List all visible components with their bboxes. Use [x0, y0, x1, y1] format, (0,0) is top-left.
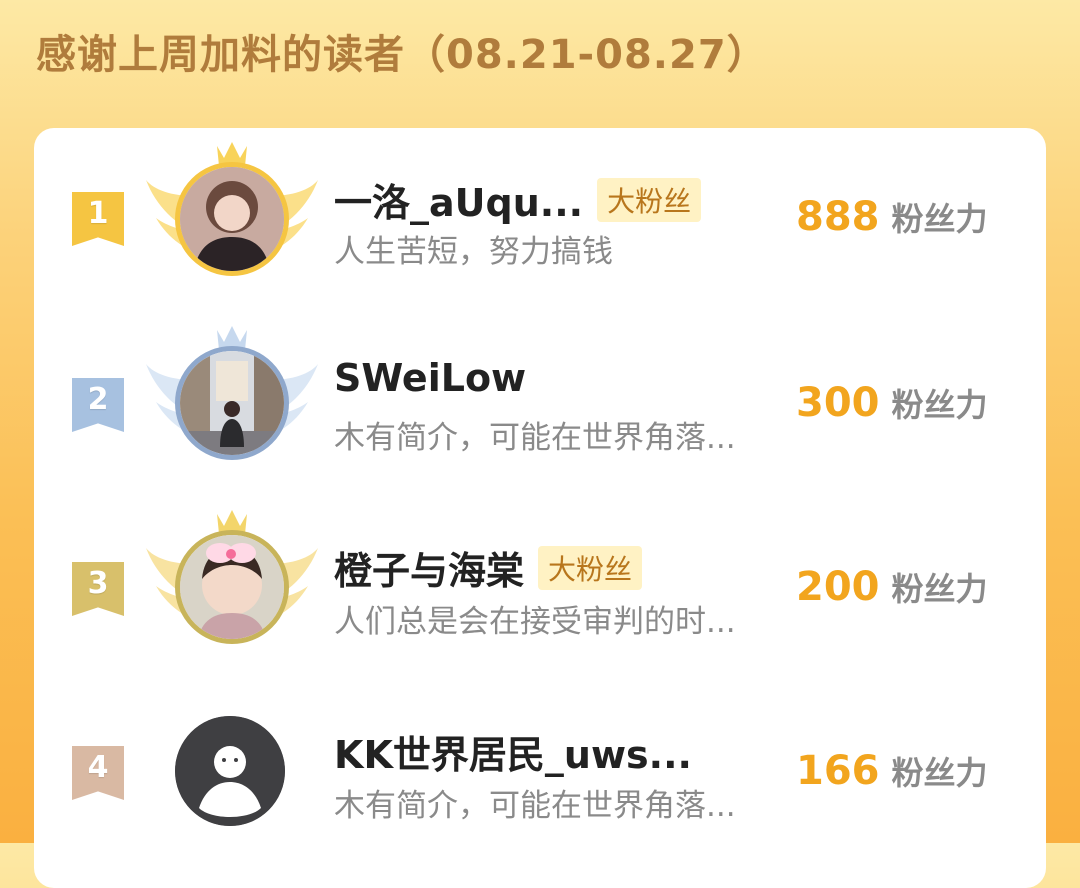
- fan-score: 166 粉丝力: [796, 748, 988, 794]
- rank-number: 2: [87, 382, 109, 417]
- fan-score: 888 粉丝力: [796, 194, 988, 240]
- fan-score: 200 粉丝力: [796, 564, 988, 610]
- user-avatar[interactable]: [175, 346, 289, 460]
- user-name-line: 橙子与海棠 大粉丝: [334, 540, 643, 595]
- page-title: 感谢上周加料的读者（08.21-08.27）: [36, 32, 768, 78]
- score-unit: 粉丝力: [891, 570, 988, 608]
- fan-level-tag: 大粉丝: [597, 177, 702, 222]
- rank-badge: 2: [72, 378, 124, 432]
- score-value: 888: [796, 194, 880, 240]
- user-avatar[interactable]: [175, 530, 289, 644]
- rank-badge: 3: [72, 562, 124, 616]
- leaderboard-card: 1 一洛_aUqu... 大粉丝 人生苦短，努力搞钱 888 粉丝力 2 SWe…: [34, 128, 1046, 888]
- leaderboard-row[interactable]: 2 SWeiLow 木有简介，可能在世界角落... 300 粉丝力: [34, 312, 1046, 496]
- fan-level-tag: 大粉丝: [538, 545, 643, 590]
- score-value: 300: [796, 380, 880, 426]
- rank-number: 4: [87, 750, 109, 785]
- user-bio: 木有简介，可能在世界角落...: [334, 788, 736, 824]
- rank-number: 3: [87, 566, 109, 601]
- score-unit: 粉丝力: [891, 386, 988, 424]
- score-unit: 粉丝力: [891, 200, 988, 238]
- user-name[interactable]: 橙子与海棠: [334, 540, 524, 595]
- user-name[interactable]: KK世界居民_uws...: [334, 724, 692, 779]
- user-name[interactable]: 一洛_aUqu...: [334, 172, 583, 227]
- rank-badge: 1: [72, 192, 124, 246]
- rank-number: 1: [87, 196, 109, 231]
- user-bio: 木有简介，可能在世界角落...: [334, 420, 736, 456]
- fan-score: 300 粉丝力: [796, 380, 988, 426]
- leaderboard-row[interactable]: 1 一洛_aUqu... 大粉丝 人生苦短，努力搞钱 888 粉丝力: [34, 128, 1046, 312]
- rank-badge: 4: [72, 746, 124, 800]
- user-avatar[interactable]: [175, 162, 289, 276]
- user-name-line: KK世界居民_uws...: [334, 724, 692, 779]
- leaderboard-row[interactable]: 4 KK世界居民_uws... 木有简介，可能在世界角落... 166 粉丝力: [34, 680, 1046, 864]
- user-bio: 人生苦短，努力搞钱: [334, 234, 613, 270]
- user-name-line: 一洛_aUqu... 大粉丝: [334, 172, 702, 227]
- leaderboard-row[interactable]: 3 橙子与海棠 大粉丝 人们总是会在接受审判的时... 200 粉丝力: [34, 496, 1046, 680]
- score-value: 166: [796, 748, 880, 794]
- default-avatar-icon[interactable]: [175, 716, 285, 826]
- score-unit: 粉丝力: [891, 754, 988, 792]
- user-name-line: SWeiLow: [334, 356, 526, 400]
- user-name[interactable]: SWeiLow: [334, 356, 526, 400]
- user-bio: 人们总是会在接受审判的时...: [334, 604, 736, 640]
- score-value: 200: [796, 564, 880, 610]
